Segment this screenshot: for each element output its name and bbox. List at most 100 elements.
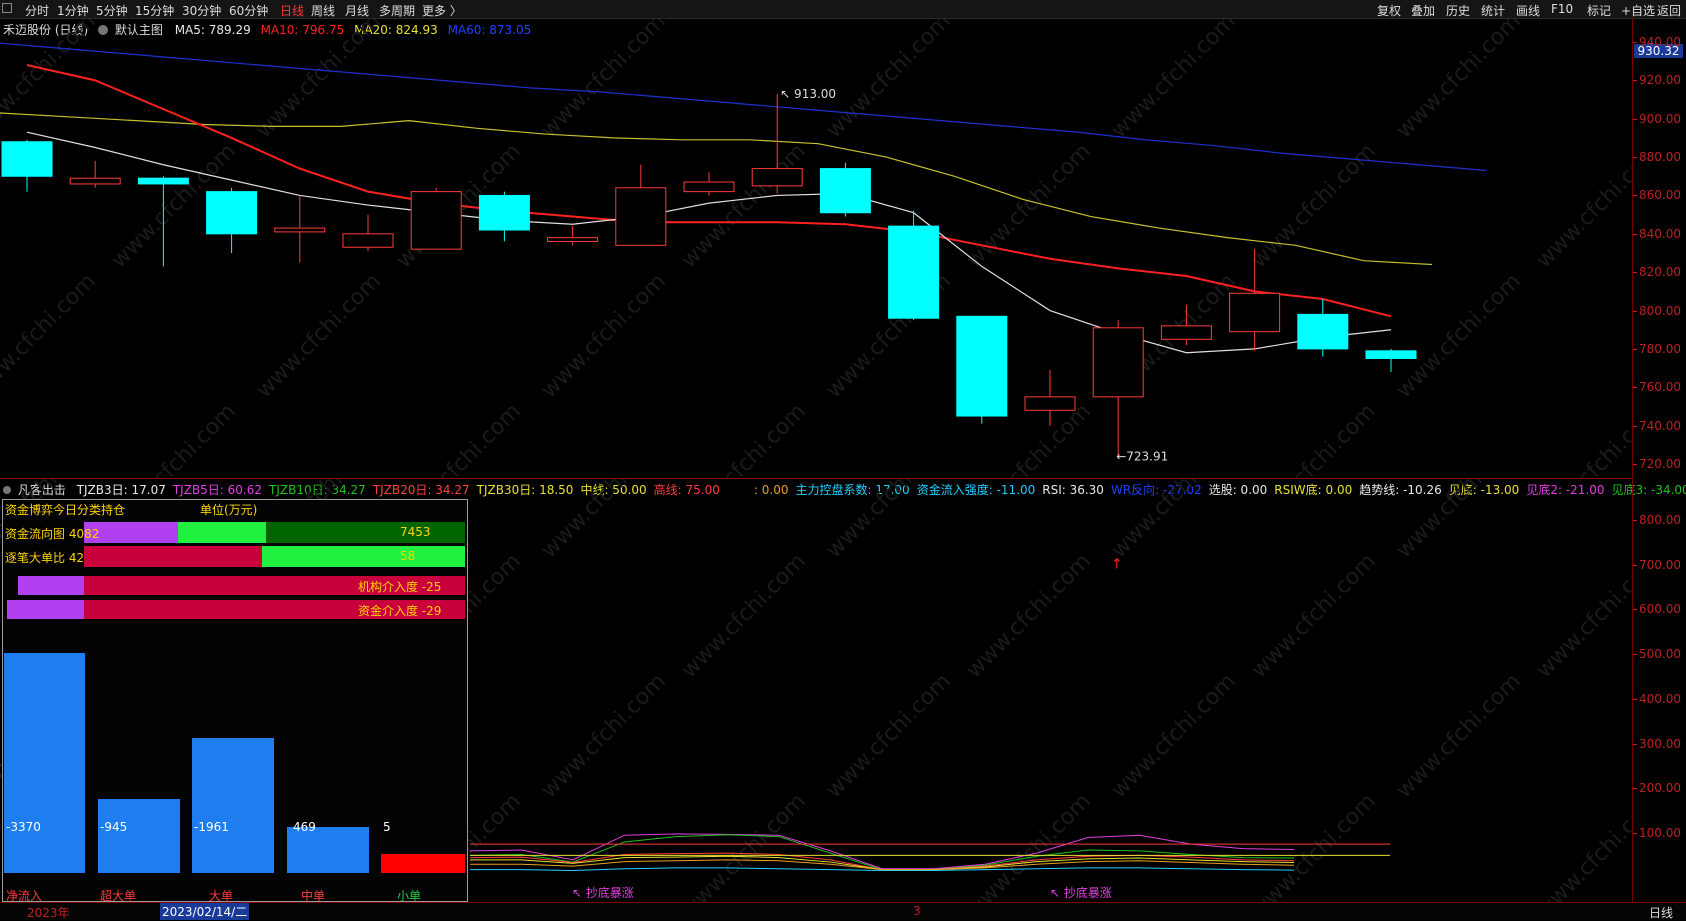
watermark: www.cfchi.com bbox=[392, 399, 526, 478]
price-tick: 740.00 bbox=[1639, 419, 1681, 433]
period-tab-monthly[interactable]: 月线 bbox=[345, 2, 369, 19]
period-tab-fenshi[interactable]: 分时 bbox=[25, 2, 49, 19]
bar-medium-value: 469 bbox=[293, 820, 316, 834]
watermark: www.cfchi.com bbox=[252, 269, 386, 403]
candle[interactable] bbox=[889, 226, 939, 318]
high-price-label: ↖ 913.00 bbox=[780, 87, 836, 101]
period-indicator[interactable]: 日线 bbox=[1649, 904, 1673, 921]
watermark: www.cfchi.com bbox=[1247, 399, 1381, 478]
bar-net-inflow bbox=[4, 653, 85, 873]
candlestick-chart[interactable]: www.cfchi.comwww.cfchi.comwww.cfchi.comw… bbox=[0, 19, 1632, 478]
bar-large bbox=[192, 738, 274, 873]
bar-small bbox=[381, 854, 465, 873]
watermark: www.cfchi.com bbox=[1107, 669, 1241, 803]
row2-label: 逐笔大单比 42 bbox=[5, 549, 84, 566]
indicator-tick: 200.00 bbox=[1639, 781, 1681, 795]
candle[interactable] bbox=[752, 169, 802, 186]
watermark: www.cfchi.com bbox=[0, 19, 101, 143]
price-tick: 780.00 bbox=[1639, 342, 1681, 356]
period-tab-5min[interactable]: 5分钟 bbox=[96, 2, 128, 19]
period-tab-multi[interactable]: 多周期 bbox=[379, 2, 415, 19]
price-tick: 840.00 bbox=[1639, 227, 1681, 241]
candle[interactable] bbox=[70, 178, 120, 184]
watermark: www.cfchi.com bbox=[822, 19, 956, 143]
price-axis: 930.32 940.00920.00900.00880.00860.00840… bbox=[1632, 19, 1686, 478]
price-tick: 880.00 bbox=[1639, 150, 1681, 164]
watermark: www.cfchi.com bbox=[1392, 479, 1526, 563]
stats-button[interactable]: 统计 bbox=[1481, 2, 1505, 19]
period-tab-daily[interactable]: 日线 bbox=[280, 2, 304, 19]
candle[interactable] bbox=[411, 192, 461, 250]
indicator-tick: 400.00 bbox=[1639, 692, 1681, 706]
candle[interactable] bbox=[820, 169, 870, 213]
cursor-date-label: 2023/02/14/二 bbox=[160, 903, 249, 920]
watermark: www.cfchi.com bbox=[822, 669, 956, 803]
mark-button[interactable]: 标记 bbox=[1587, 2, 1611, 19]
f10-button[interactable]: F10 bbox=[1551, 2, 1573, 16]
candle[interactable] bbox=[1161, 326, 1211, 339]
price-tick: 940.00 bbox=[1639, 35, 1681, 49]
candle[interactable] bbox=[684, 182, 734, 192]
panel-unit: 单位(万元) bbox=[200, 501, 257, 518]
indicator-tick: 700.00 bbox=[1639, 558, 1681, 572]
period-tab-1min[interactable]: 1分钟 bbox=[57, 2, 89, 19]
candle[interactable] bbox=[548, 238, 598, 242]
back-button[interactable]: 返回 bbox=[1657, 2, 1681, 19]
date-axis: 2023年 2023/02/14/二 3 日线 bbox=[0, 902, 1686, 920]
watermark: www.cfchi.com bbox=[537, 669, 671, 803]
price-tick: 720.00 bbox=[1639, 457, 1681, 471]
candle[interactable] bbox=[138, 178, 188, 184]
candle[interactable] bbox=[616, 188, 666, 246]
period-tab-15min[interactable]: 15分钟 bbox=[135, 2, 174, 19]
period-tab-30min[interactable]: 30分钟 bbox=[182, 2, 221, 19]
menu-icon[interactable] bbox=[2, 3, 12, 13]
adjust-button[interactable]: 复权 bbox=[1377, 2, 1401, 19]
overlay-button[interactable]: 叠加 bbox=[1411, 2, 1435, 19]
candle[interactable] bbox=[275, 228, 325, 232]
watermark: www.cfchi.com bbox=[537, 479, 671, 563]
candle[interactable] bbox=[1366, 351, 1416, 359]
price-tick: 800.00 bbox=[1639, 304, 1681, 318]
watermark: www.cfchi.com bbox=[1392, 669, 1526, 803]
indicator-line bbox=[470, 834, 1294, 869]
candle[interactable] bbox=[1025, 397, 1075, 410]
candle[interactable] bbox=[957, 316, 1007, 416]
period-tab-60min[interactable]: 60分钟 bbox=[229, 2, 268, 19]
watermark: www.cfchi.com bbox=[677, 549, 811, 683]
watermark: www.cfchi.com bbox=[1532, 549, 1632, 683]
price-tick: 900.00 bbox=[1639, 112, 1681, 126]
row2-green-bar bbox=[262, 546, 465, 567]
price-tick: 820.00 bbox=[1639, 265, 1681, 279]
row1-green-bar bbox=[178, 522, 266, 543]
watermark: www.cfchi.com bbox=[962, 549, 1096, 683]
watermark: www.cfchi.com bbox=[1532, 789, 1632, 902]
period-tab-weekly[interactable]: 周线 bbox=[311, 2, 335, 19]
bar-large-value: -1961 bbox=[194, 820, 229, 834]
price-tick: 760.00 bbox=[1639, 380, 1681, 394]
candle[interactable] bbox=[1298, 314, 1348, 349]
indicator-tick: 300.00 bbox=[1639, 737, 1681, 751]
candle[interactable] bbox=[1093, 328, 1143, 397]
row4-purple-bar bbox=[7, 600, 84, 619]
bar-small-value: 5 bbox=[383, 820, 391, 834]
candle[interactable] bbox=[2, 142, 52, 177]
history-button[interactable]: 历史 bbox=[1446, 2, 1470, 19]
watermark: www.cfchi.com bbox=[1392, 19, 1526, 143]
add-watchlist-button[interactable]: +自选 bbox=[1621, 2, 1655, 19]
panel-title: 资金博弈今日分类持仓 bbox=[5, 501, 125, 518]
candle[interactable] bbox=[479, 195, 529, 230]
candle[interactable] bbox=[1230, 293, 1280, 331]
watermark: www.cfchi.com bbox=[677, 399, 811, 478]
candle[interactable] bbox=[343, 234, 393, 247]
watermark: www.cfchi.com bbox=[107, 399, 241, 478]
watermark: www.cfchi.com bbox=[822, 479, 956, 563]
row2-red-bar bbox=[84, 546, 262, 567]
bottom-signal-1: ↖ 抄底暴涨 bbox=[572, 885, 634, 900]
row1-value: 7453 bbox=[400, 525, 431, 539]
draw-button[interactable]: 画线 bbox=[1516, 2, 1540, 19]
period-tab-more[interactable]: 更多 〉 bbox=[422, 2, 462, 19]
watermark: www.cfchi.com bbox=[0, 269, 101, 403]
candle[interactable] bbox=[207, 192, 257, 234]
watermark: www.cfchi.com bbox=[1532, 399, 1632, 478]
row4-label: 资金介入度 -29 bbox=[358, 602, 441, 619]
